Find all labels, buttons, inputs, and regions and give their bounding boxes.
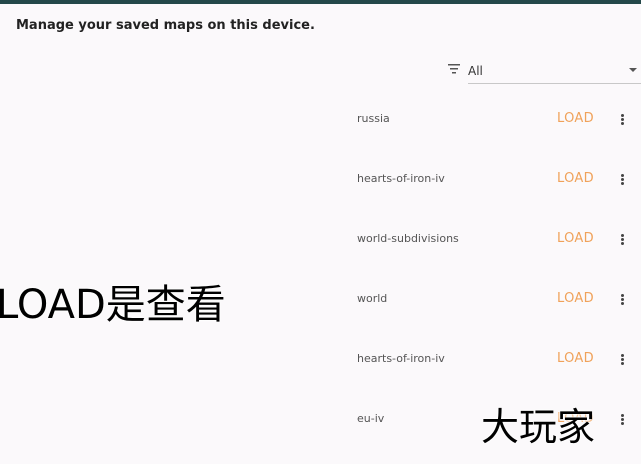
map-row: hearts-of-iron-iv LOAD <box>345 340 641 380</box>
map-name: world-subdivisions <box>357 232 459 245</box>
map-name: hearts-of-iron-iv <box>357 352 445 365</box>
more-options-icon[interactable] <box>615 408 631 430</box>
filter-select[interactable]: All <box>468 58 641 84</box>
load-button[interactable]: LOAD <box>551 288 600 309</box>
top-bar <box>0 0 641 4</box>
more-options-icon[interactable] <box>615 108 631 130</box>
filter-value: All <box>468 64 483 78</box>
map-row: russia LOAD <box>345 100 641 140</box>
load-button[interactable]: LOAD <box>551 108 600 129</box>
load-button[interactable]: LOAD <box>551 168 600 189</box>
more-options-icon[interactable] <box>615 348 631 370</box>
map-row: world LOAD <box>345 280 641 320</box>
map-row: world-subdivisions LOAD <box>345 220 641 260</box>
more-options-icon[interactable] <box>615 168 631 190</box>
map-name: world <box>357 292 388 305</box>
chevron-down-icon <box>629 68 637 72</box>
filter-control: All <box>447 58 641 84</box>
map-name: russia <box>357 112 390 125</box>
caption-overlay: LOAD是查看 <box>0 282 226 328</box>
watermark-overlay: 大玩家 <box>481 405 596 449</box>
map-name: hearts-of-iron-iv <box>357 172 445 185</box>
filter-icon <box>448 64 460 74</box>
load-button[interactable]: LOAD <box>551 228 600 249</box>
more-options-icon[interactable] <box>615 228 631 250</box>
load-button[interactable]: LOAD <box>551 348 600 369</box>
map-name: eu-iv <box>357 412 385 425</box>
more-options-icon[interactable] <box>615 288 631 310</box>
map-row: hearts-of-iron-iv LOAD <box>345 160 641 200</box>
page-description: Manage your saved maps on this device. <box>16 18 315 33</box>
